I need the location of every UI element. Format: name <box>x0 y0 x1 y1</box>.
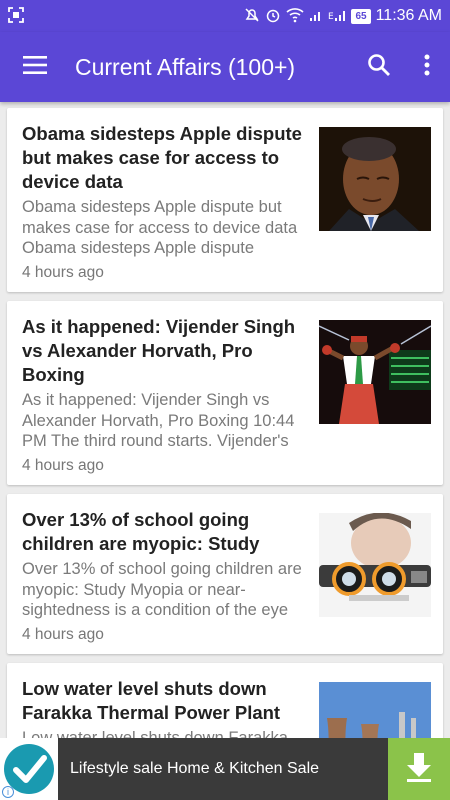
screenshot-icon <box>8 6 24 26</box>
news-thumbnail <box>319 682 431 738</box>
menu-button[interactable] <box>0 32 70 102</box>
news-card[interactable]: Low water level shuts down Farakka Therm… <box>7 663 443 738</box>
ad-logo: i <box>0 738 58 800</box>
signal-e-icon: E <box>328 8 346 25</box>
ad-banner[interactable]: i Lifestyle sale Home & Kitchen Sale <box>0 738 450 800</box>
news-summary: Obama sidesteps Apple dispute but makes … <box>22 198 298 257</box>
page-title: Current Affairs (100+) <box>75 53 296 80</box>
alarm-icon <box>265 7 281 26</box>
clock: 11:36 AM <box>375 7 442 24</box>
news-summary: Low water level shuts down Farakka <box>22 729 288 738</box>
status-bar: E 65 11:36 AM <box>0 0 450 32</box>
news-time: 4 hours ago <box>22 457 104 474</box>
app-bar: Current Affairs (100+) <box>0 32 450 102</box>
news-summary: Over 13% of school going children are my… <box>22 560 302 619</box>
news-time: 4 hours ago <box>22 626 104 643</box>
news-title: Low water level shuts down Farakka Therm… <box>22 678 281 723</box>
hamburger-icon <box>23 55 47 79</box>
battery-indicator: 65 <box>351 8 371 24</box>
news-title: Obama sidesteps Apple dispute but makes … <box>22 123 302 192</box>
ad-download-button[interactable] <box>388 738 450 800</box>
search-button[interactable] <box>354 32 404 102</box>
search-icon <box>367 53 391 82</box>
news-thumbnail <box>319 127 431 231</box>
more-options-button[interactable] <box>404 32 450 102</box>
news-card[interactable]: As it happened: Vijender Singh vs Alexan… <box>7 301 443 485</box>
news-card[interactable]: Over 13% of school going children are my… <box>7 494 443 654</box>
svg-text:E: E <box>328 12 334 22</box>
download-icon <box>404 751 434 788</box>
news-title: As it happened: Vijender Singh vs Alexan… <box>22 316 296 385</box>
news-card[interactable]: Obama sidesteps Apple dispute but makes … <box>7 108 443 292</box>
more-vert-icon <box>424 54 430 81</box>
news-thumbnail <box>319 320 431 424</box>
wifi-icon <box>286 7 304 26</box>
ad-text: Lifestyle sale Home & Kitchen Sale <box>70 760 320 777</box>
news-thumbnail <box>319 513 431 617</box>
ad-info-icon[interactable]: i <box>2 786 14 798</box>
news-title: Over 13% of school going children are my… <box>22 509 260 554</box>
mute-icon <box>244 7 260 26</box>
news-time: 4 hours ago <box>22 264 104 281</box>
news-feed[interactable]: Obama sidesteps Apple dispute but makes … <box>0 102 450 738</box>
news-summary: As it happened: Vijender Singh vs Alexan… <box>22 391 295 450</box>
signal-icon <box>309 8 323 25</box>
